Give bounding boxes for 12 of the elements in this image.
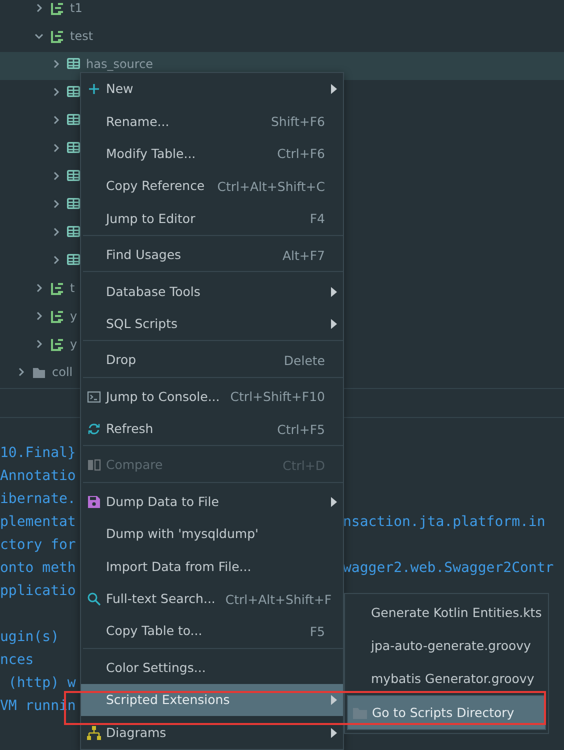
console-text: (http) w — [7, 674, 77, 693]
console-text: nsaction.jta.platform.in — [343, 513, 546, 532]
console-text: ugin(s) — [0, 628, 60, 647]
console-text: 10.Final} — [0, 444, 77, 463]
console-text: Annotatio — [0, 467, 77, 486]
console-text: nces — [0, 651, 35, 670]
console-text: onto meth — [0, 559, 77, 578]
console-text: ibernate. — [0, 490, 77, 509]
console-text: wagger2.web.Swagger2Contr — [343, 559, 555, 578]
console-text: plementat — [0, 513, 77, 532]
console-text: pplicatio — [0, 582, 77, 601]
console-text: ctory for — [0, 536, 77, 555]
